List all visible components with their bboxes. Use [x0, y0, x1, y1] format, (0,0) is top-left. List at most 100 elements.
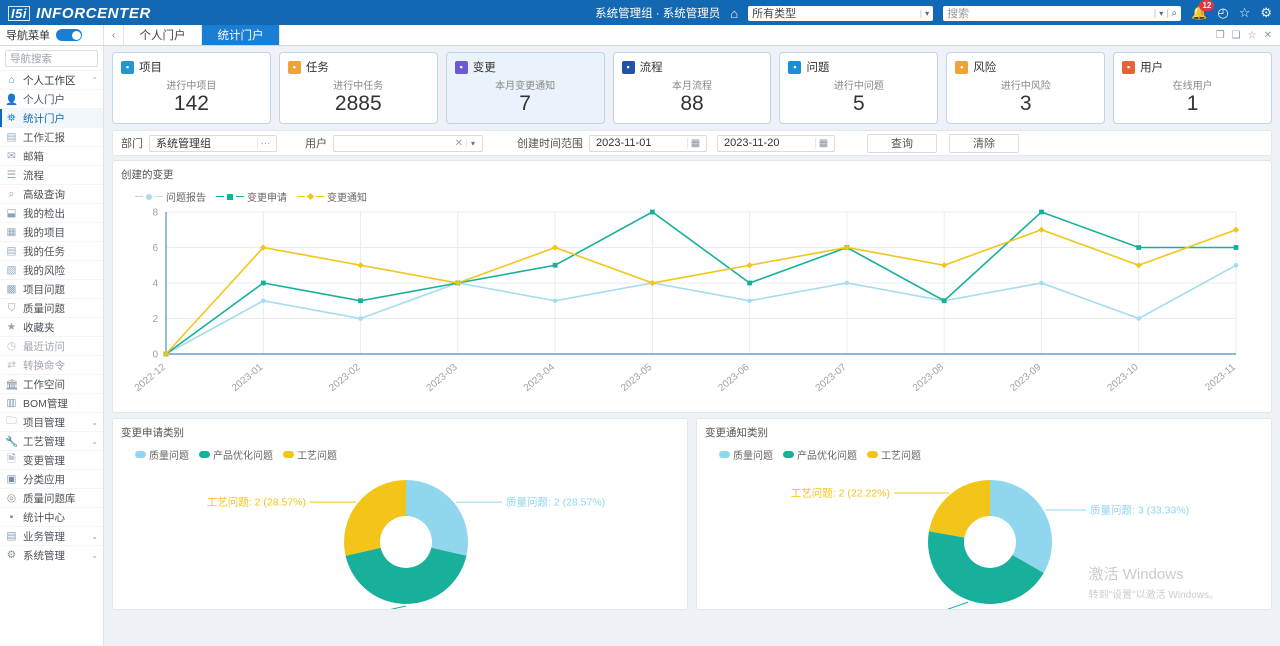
user-field[interactable]: ✕ ▾ [333, 134, 483, 152]
donut-slice-1[interactable] [345, 547, 467, 604]
ellipsis-icon[interactable]: ··· [257, 137, 273, 149]
query-button[interactable]: 查询 [867, 133, 937, 153]
donut-slice-0[interactable] [406, 480, 468, 556]
nav-menu-toggle[interactable] [56, 29, 82, 41]
sidebar-item-label: 我的检出 [23, 207, 65, 220]
chevron-down-icon[interactable]: ⌄ [91, 418, 98, 427]
sidebar-item-24[interactable]: ▤ 业务管理 ⌄ [0, 526, 103, 545]
sidebar-item-2[interactable]: ⛯ 统计门户 [0, 108, 103, 127]
chevron-down-icon[interactable]: ⌄ [91, 551, 98, 560]
tab-scroll-left-icon[interactable]: ‹ [104, 25, 124, 45]
user-icon: ▪ [1122, 60, 1136, 74]
donut-slice-2[interactable] [344, 480, 406, 556]
donut2-legend-item-2[interactable]: 工艺问题 [867, 447, 921, 462]
sidebar-item-6[interactable]: ⌕ 高级查询 [0, 184, 103, 203]
sidebar-item-17[interactable]: ▥ BOM管理 [0, 393, 103, 412]
kpi-card-5[interactable]: ▪ 风险 进行中风险 3 [946, 52, 1106, 124]
sidebar-item-22[interactable]: ◎ 质量问题库 [0, 488, 103, 507]
chevron-down-icon[interactable]: ▾ [1159, 9, 1163, 18]
caret-down-icon[interactable]: ▾ [465, 138, 479, 148]
sidebar-item-4[interactable]: ✉ 邮箱 [0, 146, 103, 165]
date-to-field[interactable]: 2023-11-20 ▦ [717, 134, 835, 152]
donut1-legend-item-2[interactable]: 工艺问题 [283, 447, 337, 462]
sidebar-item-20[interactable]: 🗎 变更管理 [0, 450, 103, 469]
sidebar-item-5[interactable]: ☰ 流程 [0, 165, 103, 184]
chevron-down-icon[interactable]: ⌃ [91, 76, 98, 85]
legend-line [155, 195, 163, 198]
line-chart-title: 创建的变更 [121, 169, 174, 181]
donut-slice-2[interactable] [928, 480, 990, 538]
global-search[interactable]: 搜索 | ▾ | ⌕ [943, 5, 1182, 21]
sidebar-item-13[interactable]: ★ 收藏夹 [0, 317, 103, 336]
date-from-field[interactable]: 2023-11-01 ▦ [589, 134, 707, 152]
gear-icon[interactable]: ⚙ [1260, 5, 1272, 21]
search-icon[interactable]: ⌕ [1172, 8, 1178, 19]
dept-field[interactable]: 系统管理组 ··· [149, 134, 277, 152]
kpi-card-1[interactable]: ▪ 任务 进行中任务 2885 [278, 52, 438, 124]
kpi-subtitle: 本月变更通知 [495, 81, 556, 92]
calendar-icon[interactable]: ▦ [687, 137, 703, 149]
dept-label: 部门 [121, 138, 143, 150]
line-legend-item-0[interactable]: 问题报告 [135, 189, 206, 204]
clear-button[interactable]: 清除 [949, 133, 1019, 153]
close-icon[interactable]: ✕ [452, 138, 466, 149]
sidebar-item-0[interactable]: ⌂ 个人工作区 ⌃ [0, 70, 103, 89]
header-right-cluster: 系统管理组 · 系统管理员 ⌂ 所有类型 | ▾ 搜索 | ▾ | ⌕ 🔔 12 … [595, 0, 1272, 21]
sidebar-item-14[interactable]: ◷ 最近访问 [0, 336, 103, 355]
sidebar-item-19[interactable]: 🔧 工艺管理 ⌄ [0, 431, 103, 450]
kpi-card-3[interactable]: ▪ 流程 本月流程 88 [612, 52, 772, 124]
sidebar-item-25[interactable]: ⚙ 系统管理 ⌄ [0, 545, 103, 564]
kpi-card-0[interactable]: ▪ 项目 进行中项目 142 [112, 52, 271, 124]
star-icon[interactable]: ☆ [1248, 30, 1257, 41]
donut-slice-0[interactable] [990, 480, 1052, 573]
sidebar-item-8[interactable]: ▦ 我的项目 [0, 222, 103, 241]
kpi-card-4[interactable]: ▪ 问题 进行中问题 5 [779, 52, 939, 124]
checkout-icon: ⬓ [6, 207, 17, 219]
calendar-icon[interactable]: ▦ [815, 137, 831, 149]
tab-statistics-portal[interactable]: 统计门户 [202, 25, 280, 45]
donut2-legend-item-1[interactable]: 产品优化问题 [783, 447, 857, 462]
svg-text:2023-11: 2023-11 [1203, 362, 1238, 394]
sidebar-item-label: 质量问题库 [23, 492, 76, 505]
sidebar-item-9[interactable]: ▤ 我的任务 [0, 241, 103, 260]
window-restore-icon[interactable]: ❐ [1216, 30, 1225, 41]
window-close-icon[interactable]: ✕ [1264, 30, 1272, 41]
issue-icon: ▩ [6, 283, 17, 295]
bell-icon[interactable]: 🔔 12 [1191, 0, 1215, 21]
sidebar-item-11[interactable]: ▩ 项目问题 [0, 279, 103, 298]
donut1-legend-item-1[interactable]: 产品优化问题 [199, 447, 273, 462]
sidebar-item-3[interactable]: ▤ 工作汇报 [0, 127, 103, 146]
top-header-bar: I5i INFORCENTER 系统管理组 · 系统管理员 ⌂ 所有类型 | ▾… [0, 0, 1280, 26]
sidebar-item-1[interactable]: 👤 个人门户 [0, 89, 103, 108]
history-icon[interactable]: ◴ [1217, 5, 1228, 21]
line-legend-item-1[interactable]: 变更申请 [216, 189, 287, 204]
sidebar-item-18[interactable]: 🗀 项目管理 ⌄ [0, 412, 103, 431]
kpi-card-2[interactable]: ▪ 变更 本月变更通知 7 [445, 52, 605, 124]
line-legend-item-2[interactable]: 变更通知 [297, 189, 367, 204]
kpi-name: 项目 [139, 62, 162, 74]
sidebar-item-15[interactable]: ⇄ 转换命令 [0, 355, 103, 374]
sidebar-item-label: 统计门户 [23, 112, 65, 125]
sidebar-item-21[interactable]: ▣ 分类应用 [0, 469, 103, 488]
kpi-card-6[interactable]: ▪ 用户 在线用户 1 [1113, 52, 1273, 124]
sidebar-item-10[interactable]: ▨ 我的风险 [0, 260, 103, 279]
chevron-down-icon[interactable]: ⌄ [91, 532, 98, 541]
sidebar-item-7[interactable]: ⬓ 我的检出 [0, 203, 103, 222]
global-search-input[interactable]: 搜索 [947, 5, 1151, 21]
nav-search-input[interactable]: 导航搜索 [5, 50, 98, 67]
chevron-down-icon[interactable]: ⌄ [91, 437, 98, 446]
star-icon[interactable]: ☆ [1239, 5, 1251, 21]
home-icon[interactable]: ⌂ [730, 6, 738, 21]
sidebar-item-16[interactable]: 🏛 工作空间 [0, 374, 103, 393]
line-chart-legend: 问题报告 变更申请 变更通知 [121, 189, 1263, 204]
legend-label: 质量问题 [149, 451, 189, 462]
sidebar-item-23[interactable]: ▪ 统计中心 [0, 507, 103, 526]
window-minimize-icon[interactable]: ❏ [1232, 30, 1241, 41]
sidebar-item-12[interactable]: ⛉ 质量问题 [0, 298, 103, 317]
tab-personal-portal[interactable]: 个人门户 [124, 25, 202, 45]
donut2-legend-item-0[interactable]: 质量问题 [719, 447, 773, 462]
project-icon: ▪ [121, 60, 134, 74]
donut1-legend-item-0[interactable]: 质量问题 [135, 447, 189, 462]
svg-text:4: 4 [152, 279, 158, 290]
type-select[interactable]: 所有类型 | ▾ [748, 5, 934, 21]
